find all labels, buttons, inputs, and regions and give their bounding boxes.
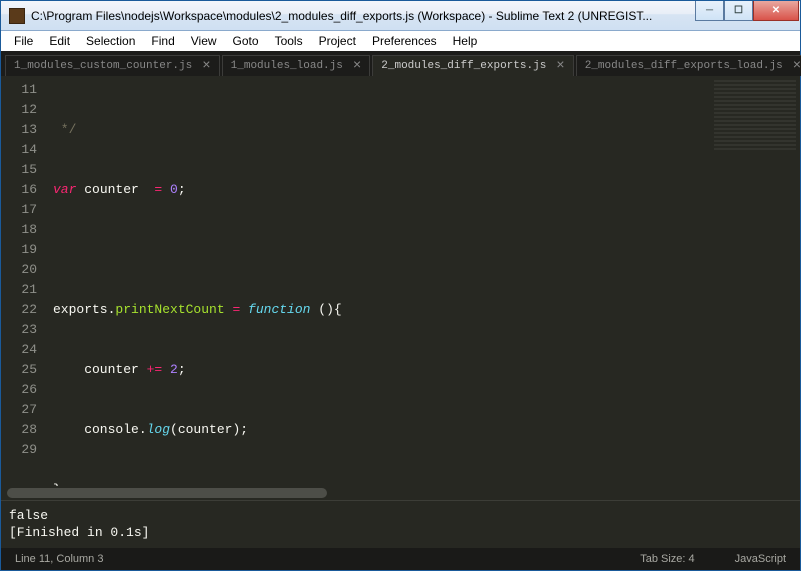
menu-selection[interactable]: Selection	[79, 32, 142, 50]
line-number: 25	[1, 360, 37, 380]
code-token: function	[248, 302, 310, 317]
line-number: 13	[1, 120, 37, 140]
tab-file-1[interactable]: 1_modules_load.js ×	[222, 55, 371, 76]
line-number: 18	[1, 220, 37, 240]
menu-goto[interactable]: Goto	[226, 32, 266, 50]
line-number: 15	[1, 160, 37, 180]
minimap[interactable]	[710, 76, 800, 486]
console-line: [Finished in 0.1s]	[9, 524, 792, 541]
window-title: C:\Program Files\nodejs\Workspace\module…	[31, 9, 695, 23]
line-number: 21	[1, 280, 37, 300]
tab-bar: 1_modules_custom_counter.js × 1_modules_l…	[1, 51, 800, 76]
scrollbar-thumb[interactable]	[7, 488, 327, 498]
line-number: 11	[1, 80, 37, 100]
close-icon[interactable]: ×	[353, 59, 361, 73]
tab-label: 1_modules_load.js	[231, 60, 343, 72]
code-token: console.	[53, 422, 147, 437]
status-bar: Line 11, Column 3 Tab Size: 4 JavaScript	[1, 548, 800, 570]
line-number: 19	[1, 240, 37, 260]
editor[interactable]: 11 12 13 14 15 16 17 18 19 20 21 22 23 2…	[1, 76, 800, 486]
tab-label: 2_modules_diff_exports.js	[381, 60, 546, 72]
line-number: 29	[1, 440, 37, 460]
status-tab-size[interactable]: Tab Size: 4	[640, 553, 694, 565]
line-number: 24	[1, 340, 37, 360]
line-number: 14	[1, 140, 37, 160]
code-token: =	[139, 182, 170, 197]
line-gutter: 11 12 13 14 15 16 17 18 19 20 21 22 23 2…	[1, 76, 47, 486]
code-token: */	[53, 122, 76, 137]
app-window: C:\Program Files\nodejs\Workspace\module…	[0, 0, 801, 571]
code-token: 2	[170, 362, 178, 377]
minimize-button[interactable]: ─	[695, 1, 724, 21]
line-number: 16	[1, 180, 37, 200]
app-icon	[9, 8, 25, 24]
code-token: =	[225, 302, 248, 317]
menu-find[interactable]: Find	[144, 32, 181, 50]
line-number: 27	[1, 400, 37, 420]
menu-tools[interactable]: Tools	[268, 32, 310, 50]
code-token: }	[53, 482, 61, 486]
code-token: log	[147, 422, 170, 437]
line-number: 12	[1, 100, 37, 120]
code-token: exports.	[53, 302, 115, 317]
code-token	[162, 362, 170, 377]
menu-view[interactable]: View	[184, 32, 224, 50]
minimap-preview	[714, 80, 796, 150]
menu-file[interactable]: File	[7, 32, 40, 50]
menu-preferences[interactable]: Preferences	[365, 32, 444, 50]
title-bar[interactable]: C:\Program Files\nodejs\Workspace\module…	[1, 1, 800, 31]
code-token: ;	[178, 362, 186, 377]
code-token: ;	[178, 182, 186, 197]
code-token: 0	[170, 182, 178, 197]
console-line: false	[9, 507, 792, 524]
menu-bar: File Edit Selection Find View Goto Tools…	[1, 31, 800, 51]
window-controls: ─ ☐ ✕	[695, 1, 799, 21]
maximize-button[interactable]: ☐	[724, 1, 753, 21]
code-token: +=	[147, 362, 163, 377]
line-number: 26	[1, 380, 37, 400]
code-token: counter	[53, 362, 147, 377]
close-icon[interactable]: ×	[202, 59, 210, 73]
menu-edit[interactable]: Edit	[42, 32, 77, 50]
code-token: (){	[310, 302, 341, 317]
menu-help[interactable]: Help	[446, 32, 485, 50]
tab-label: 2_modules_diff_exports_load.js	[585, 60, 783, 72]
tab-file-3[interactable]: 2_modules_diff_exports_load.js ×	[576, 55, 801, 76]
code-token: var	[53, 182, 76, 197]
line-number: 23	[1, 320, 37, 340]
code-token: (counter);	[170, 422, 248, 437]
close-button[interactable]: ✕	[753, 1, 799, 21]
code-token: counter	[84, 182, 139, 197]
tab-file-0[interactable]: 1_modules_custom_counter.js ×	[5, 55, 220, 76]
line-number: 28	[1, 420, 37, 440]
tab-file-2-active[interactable]: 2_modules_diff_exports.js ×	[372, 55, 573, 76]
line-number: 17	[1, 200, 37, 220]
close-icon[interactable]: ×	[556, 59, 564, 73]
close-icon[interactable]: ×	[793, 59, 801, 73]
status-syntax[interactable]: JavaScript	[735, 553, 786, 565]
tab-label: 1_modules_custom_counter.js	[14, 60, 192, 72]
build-output-panel[interactable]: false [Finished in 0.1s]	[1, 500, 800, 548]
horizontal-scrollbar[interactable]	[1, 486, 800, 500]
menu-project[interactable]: Project	[312, 32, 363, 50]
line-number: 20	[1, 260, 37, 280]
status-cursor-position[interactable]: Line 11, Column 3	[15, 553, 640, 565]
code-token: printNextCount	[115, 302, 224, 317]
line-number: 22	[1, 300, 37, 320]
code-area[interactable]: */ var counter = 0; exports.printNextCou…	[47, 76, 710, 486]
